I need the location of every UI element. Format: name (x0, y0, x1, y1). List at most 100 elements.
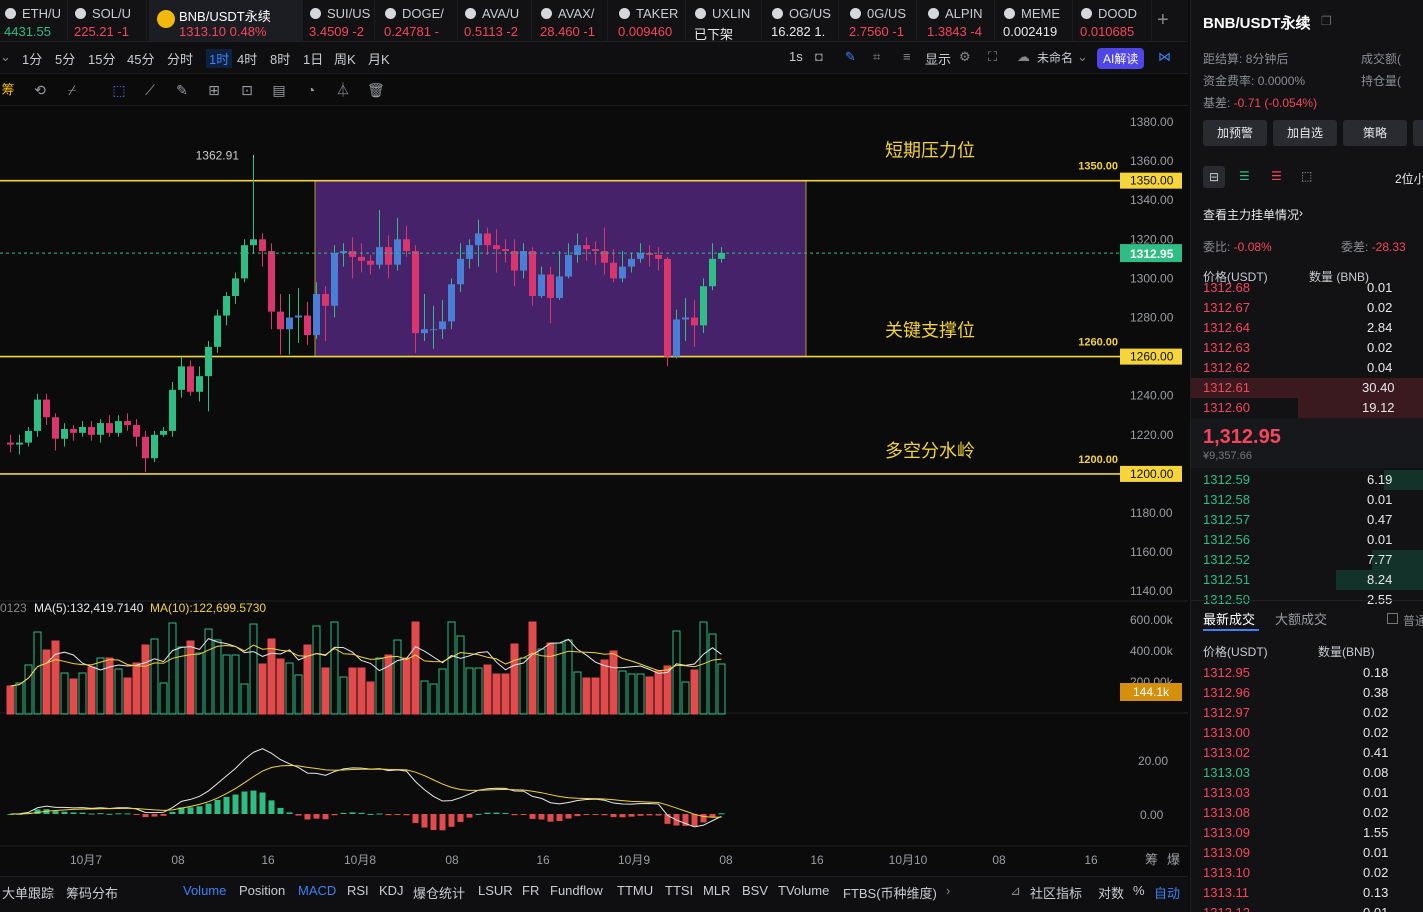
indicator-1[interactable]: 筹码分布 (66, 883, 118, 902)
timeframe-5[interactable]: 1时 (206, 49, 233, 68)
percent-toggle[interactable]: % (1133, 883, 1145, 898)
indicator-5[interactable]: RSI (347, 883, 369, 898)
orderbook-row[interactable]: 1312.61 30.40 (1191, 378, 1423, 398)
line-tool-icon[interactable]: ⟋ (142, 82, 158, 98)
collapse-chevron-icon[interactable]: ⌄ (0, 49, 11, 65)
tab-symbol[interactable]: DOOD 0.010685 (1076, 0, 1152, 41)
layout-name[interactable]: 未命名 (1037, 49, 1073, 66)
orderbook-row[interactable]: 1312.60 19.12 (1191, 398, 1423, 418)
brush-tool-icon[interactable]: ✎ (174, 82, 190, 98)
indicator-2[interactable]: Volume (183, 883, 226, 898)
camera-icon[interactable]: ◘ (815, 49, 823, 64)
orderbook-row[interactable]: 1312.59 6.19 (1191, 470, 1423, 490)
tab-symbol[interactable]: SOL/U 225.21 -1 (70, 0, 147, 41)
orderbook-row[interactable]: 1312.67 0.02 (1191, 298, 1423, 318)
trades-qty-header[interactable]: 数量(BNB) (1318, 643, 1375, 660)
chevron-right-icon[interactable]: › (1299, 206, 1303, 220)
depth-select[interactable]: 2位小 (1395, 170, 1423, 187)
filter-icon[interactable]: ⏃ (335, 82, 351, 98)
tab-symbol[interactable]: DOGE/0.24781 - (380, 0, 458, 41)
timeframe-3[interactable]: 45分 (127, 49, 154, 68)
indicator-14[interactable]: BSV (742, 883, 768, 898)
orderbook-row[interactable]: 1312.57 0.47 (1191, 510, 1423, 530)
share-icon[interactable]: ⋈ (1158, 49, 1171, 65)
trash-icon[interactable]: 🗑 (367, 82, 385, 98)
normal-checkbox[interactable] (1387, 613, 1398, 624)
timeframe-10[interactable]: 月K (368, 49, 390, 68)
community-icon[interactable]: ⊿ (1010, 883, 1021, 899)
copy-icon[interactable]: ❐ (1321, 14, 1332, 28)
timeframe-1[interactable]: 5分 (55, 49, 75, 68)
indicator-13[interactable]: MLR (703, 883, 730, 898)
indicator-16[interactable]: FTBS(币种维度) (843, 883, 937, 902)
magnet-icon[interactable]: ⟲ (32, 82, 48, 98)
indicator-7[interactable]: 爆仓统计 (413, 883, 465, 902)
indicator-15[interactable]: TVolume (778, 883, 829, 898)
orderbook-asks-icon[interactable]: ☰ (1271, 169, 1282, 183)
display-button[interactable]: 显示 (925, 49, 951, 68)
orderbook-bids-icon[interactable]: ☰ (1239, 169, 1250, 183)
more-button[interactable] (1413, 120, 1423, 146)
orderbook-row[interactable]: 1312.62 0.04 (1191, 358, 1423, 378)
settings-icon[interactable]: ⚙ (959, 49, 971, 65)
auto-scale-toggle[interactable]: 自动 (1154, 883, 1180, 902)
tab-symbol[interactable]: TAKER 0.009460 (614, 0, 686, 41)
log-scale-toggle[interactable]: 对数 (1098, 883, 1124, 902)
more-chevron-icon[interactable]: › (946, 883, 950, 898)
tab-large-trades[interactable]: 大额成交 (1275, 609, 1327, 628)
ai-analyze-button[interactable]: AI解读 (1097, 48, 1145, 69)
add-alert-button[interactable]: 加预警 (1203, 120, 1267, 146)
candlestick-chart[interactable]: 1380.001360.001340.001320.001300.001280.… (0, 106, 1188, 876)
indicator-11[interactable]: TTMU (617, 883, 653, 898)
timeframe-8[interactable]: 1日 (303, 49, 323, 68)
timeframe-0[interactable]: 1分 (22, 49, 42, 68)
pen-icon[interactable]: ✎ (845, 49, 856, 65)
timeframe-2[interactable]: 15分 (88, 49, 115, 68)
orderbook-row[interactable]: 1312.58 0.01 (1191, 490, 1423, 510)
tab-symbol[interactable]: ETH/U 4431.55 (0, 0, 68, 41)
tab-symbol[interactable]: AVA/U 0.5113 -2 (460, 0, 532, 41)
strategy-button[interactable]: 策略 (1343, 120, 1407, 146)
crop-icon[interactable]: ⌗ (873, 49, 880, 65)
indicator-9[interactable]: FR (522, 883, 539, 898)
orderbook-row[interactable]: 1312.68 0.01 (1191, 278, 1423, 298)
timeframe-4[interactable]: 分时 (167, 49, 193, 68)
orderbook-row[interactable]: 1312.63 0.02 (1191, 338, 1423, 358)
add-tab-icon[interactable]: + (1157, 9, 1169, 32)
timeframe-7[interactable]: 8时 (270, 49, 290, 68)
indicator-6[interactable]: KDJ (379, 883, 404, 898)
menu-icon[interactable]: ≡ (903, 49, 911, 64)
orderbook-row[interactable]: 1312.56 0.01 (1191, 530, 1423, 550)
indicator-12[interactable]: TTSI (665, 883, 693, 898)
eraser-tool-icon[interactable]: ⌿ (64, 82, 80, 98)
chips-label[interactable]: 筹 (0, 82, 16, 98)
orderbook-row[interactable]: 1312.52 7.77 (1191, 550, 1423, 570)
cloud-icon[interactable]: ☁ (1017, 49, 1030, 65)
indicator-0[interactable]: 大单跟踪 (2, 883, 54, 902)
indicator-8[interactable]: LSUR (478, 883, 513, 898)
tab-symbol[interactable]: SUI/US 3.4509 -2 (305, 0, 375, 41)
indicator-3[interactable]: Position (239, 883, 285, 898)
orderbook-row[interactable]: 1312.51 8.24 (1191, 570, 1423, 590)
orderbook-fold-icon[interactable]: ⬚ (1301, 169, 1312, 183)
tab-symbol[interactable]: 0G/US 2.7560 -1 (845, 0, 917, 41)
indicator-4[interactable]: MACD (298, 883, 336, 898)
tab-symbol[interactable]: OG/US 16.282 1. (767, 0, 839, 41)
tab-symbol[interactable]: ALPIN 1.3843 -4 (923, 0, 995, 41)
orderbook-row[interactable]: 1312.64 2.84 (1191, 318, 1423, 338)
layout-chevron-icon[interactable]: ⌄ (1077, 49, 1088, 65)
timeframe-6[interactable]: 4时 (237, 49, 257, 68)
chart-area[interactable]: 1380.00 1360.00 1340.00 1320.00 1300.00 1280.… (0, 106, 1188, 876)
lock-icon[interactable]: ⊡ (239, 82, 255, 98)
tab-latest-trades[interactable]: 最新成交 (1203, 609, 1255, 628)
timeframe-9[interactable]: 周K (334, 49, 356, 68)
indicator-10[interactable]: Fundflow (550, 883, 603, 898)
community-indicator-link[interactable]: 社区指标 (1030, 883, 1082, 902)
orderbook-both-icon[interactable]: ⊟ (1203, 166, 1225, 188)
tab-symbol[interactable]: UXLIN 已下架 (690, 0, 762, 41)
tab-symbol[interactable]: AVAX/28.460 -1 (536, 0, 608, 41)
interval-label[interactable]: 1s (789, 49, 803, 64)
pattern-tool-icon[interactable]: ⊞ (206, 82, 222, 98)
tab-symbol[interactable]: BNB/USDT永续 1313.10 0.48% (149, 0, 303, 41)
note-tool-icon[interactable]: ▤ (271, 82, 287, 98)
